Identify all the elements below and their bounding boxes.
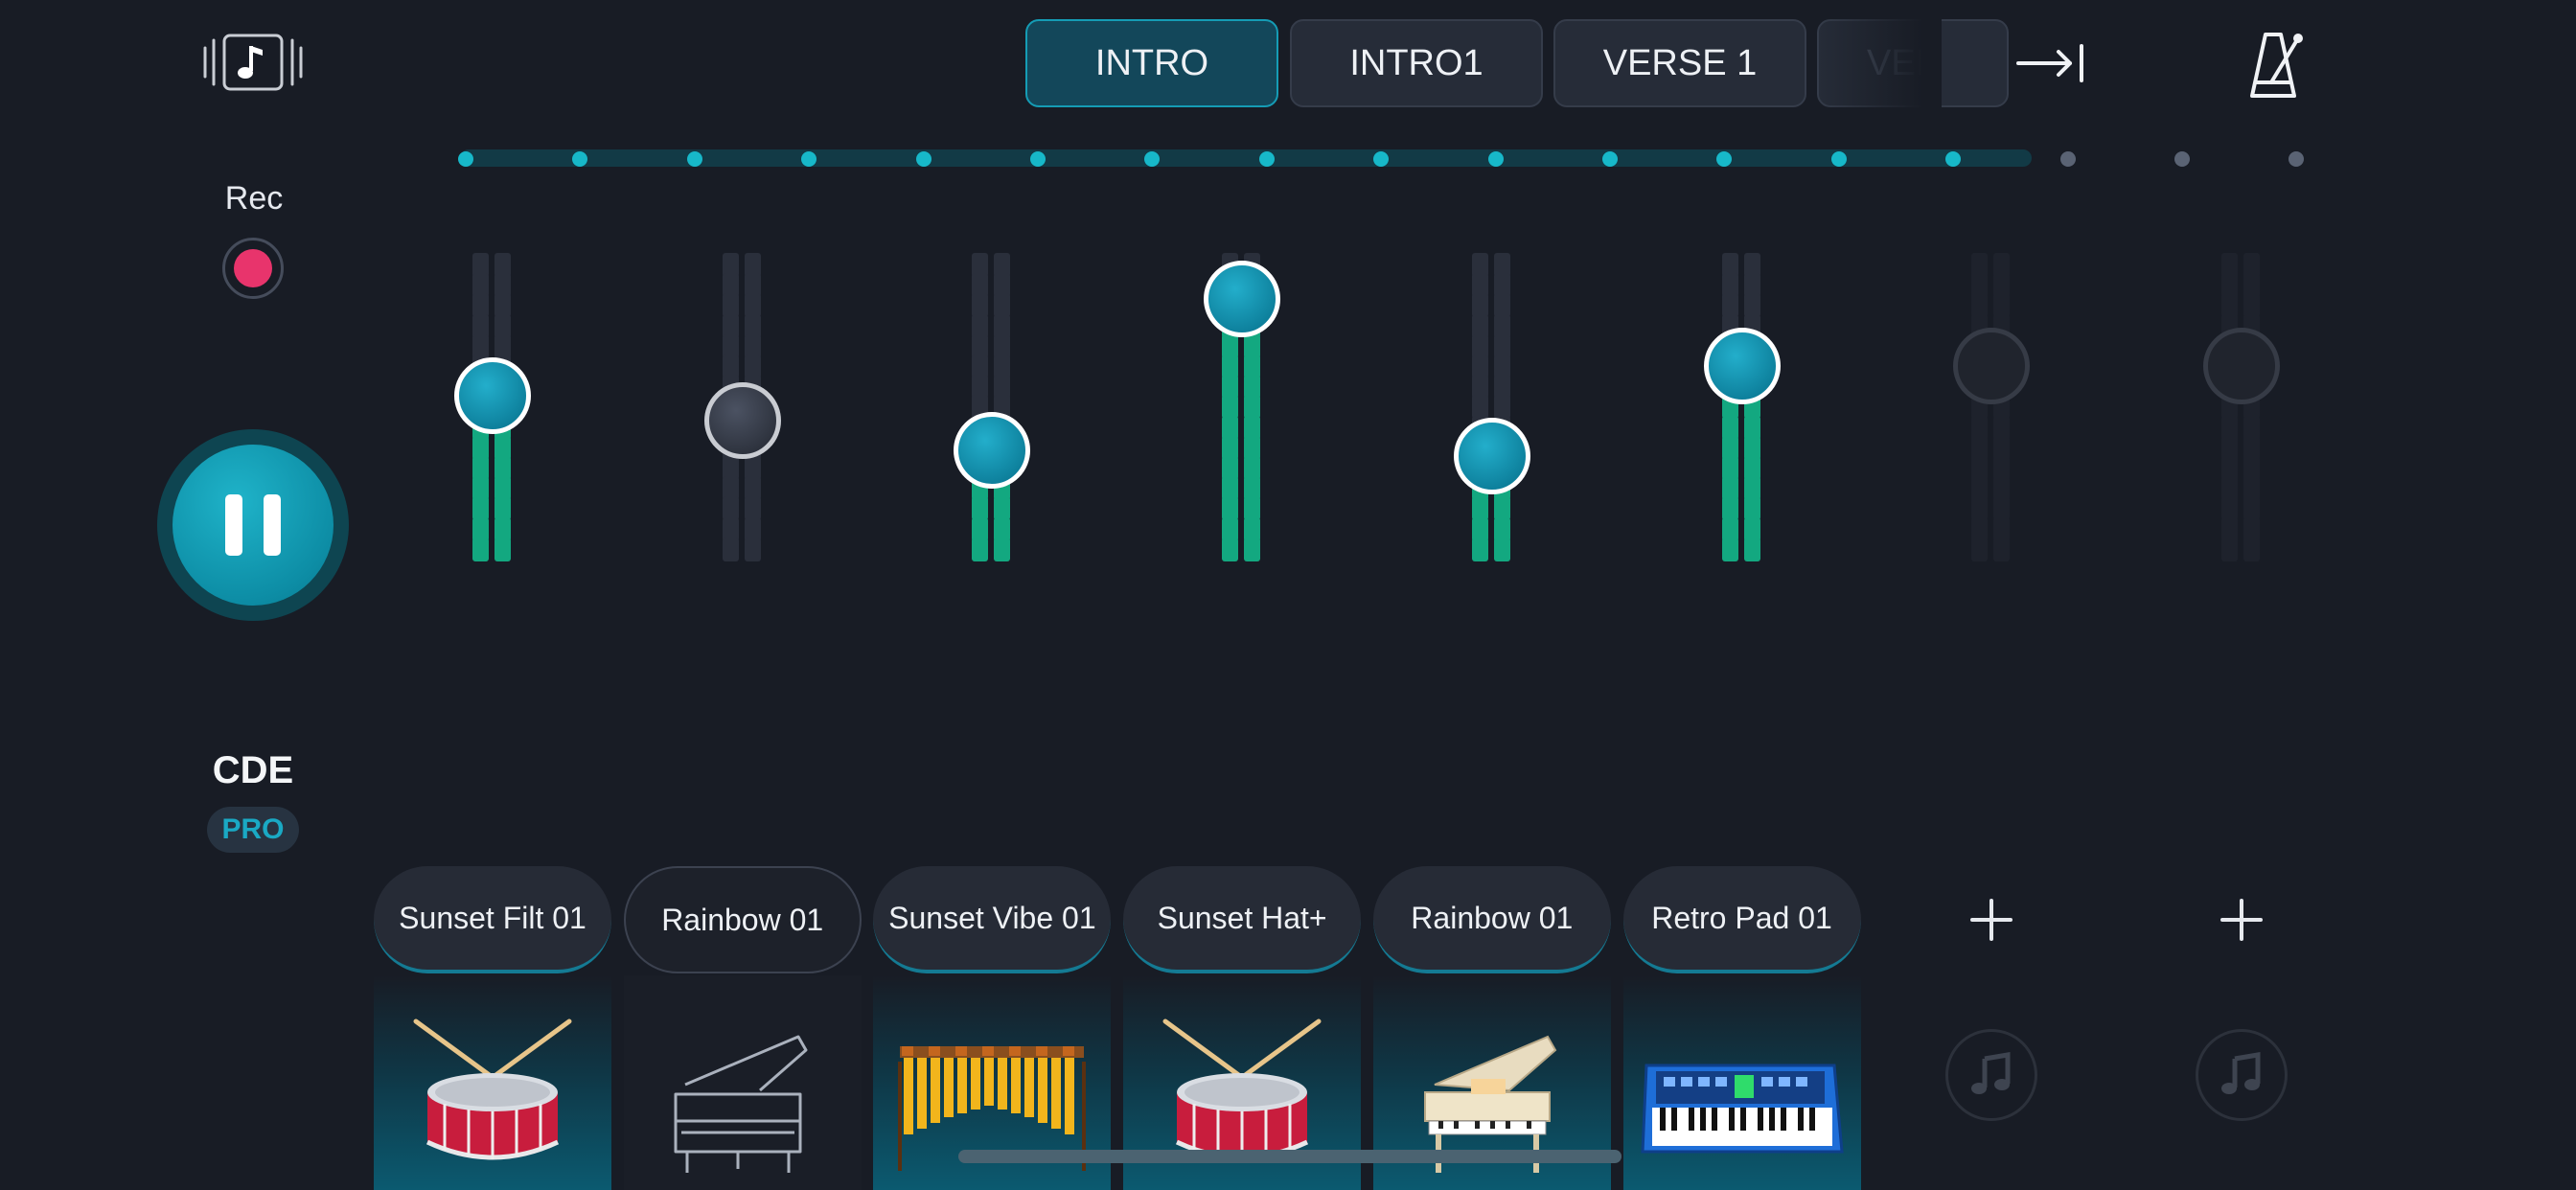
add-track-plus-icon[interactable] xyxy=(2207,885,2276,954)
volume-knob[interactable] xyxy=(1703,328,1781,404)
tab-intro[interactable]: INTRO xyxy=(1025,19,1278,107)
progress-tick xyxy=(1030,151,1046,167)
meter-segment xyxy=(744,537,761,561)
progress-tick xyxy=(1830,151,1847,167)
meter-segment xyxy=(2242,537,2260,561)
meter-segment xyxy=(722,537,739,561)
progress-tick xyxy=(1487,151,1504,167)
volume-knob[interactable] xyxy=(454,357,531,435)
volume-knob[interactable] xyxy=(703,382,781,460)
rec-label: Rec xyxy=(224,180,284,217)
instrument-name-button[interactable]: Sunset Hat+ xyxy=(1123,866,1362,973)
add-track-plus-icon[interactable] xyxy=(1957,885,2026,954)
empty-slot-music-note-icon[interactable] xyxy=(2195,1029,2288,1121)
home-indicator xyxy=(958,1150,1622,1163)
tab-intro1[interactable]: INTRO1 xyxy=(1290,19,1543,107)
pause-icon xyxy=(225,494,242,556)
progress-tick xyxy=(458,151,473,167)
progress-tick xyxy=(2174,151,2190,167)
progress-tick xyxy=(1258,151,1275,167)
volume-knob[interactable] xyxy=(954,412,1031,490)
tab-verse-1[interactable]: VERSE 1 xyxy=(1553,19,1806,107)
progress-tick xyxy=(1602,151,1618,167)
volume-knob[interactable] xyxy=(1204,260,1281,337)
instrument-tile[interactable] xyxy=(623,975,862,1190)
meter-segment xyxy=(494,537,511,561)
meter-segment xyxy=(1721,537,1738,561)
pause-button[interactable] xyxy=(172,445,334,606)
instrument-name-button[interactable]: Rainbow 01 xyxy=(623,866,862,973)
record-icon xyxy=(234,249,272,287)
meter-segment xyxy=(1222,537,1239,561)
meter-segment xyxy=(472,537,489,561)
instrument-name-button[interactable]: Retro Pad 01 xyxy=(1622,866,1861,973)
progress-tick xyxy=(686,151,702,167)
meter-segment xyxy=(1493,537,1510,561)
volume-knob[interactable] xyxy=(1953,328,2031,404)
key-label[interactable]: CDE xyxy=(172,749,334,792)
tabs-fade xyxy=(1817,15,1942,111)
meter-segment xyxy=(1471,537,1488,561)
volume-knob[interactable] xyxy=(1453,417,1530,494)
meter-segment xyxy=(994,537,1011,561)
meter-segment xyxy=(1743,537,1760,561)
meter-segment xyxy=(1971,537,1989,561)
instrument-name-button[interactable]: Rainbow 01 xyxy=(1372,866,1611,973)
empty-slot-music-note-icon[interactable] xyxy=(1945,1029,2038,1121)
track-logo-icon[interactable] xyxy=(201,33,305,92)
synthesizer-icon xyxy=(1640,1064,1844,1154)
meter-segment xyxy=(1244,537,1261,561)
metronome-icon[interactable] xyxy=(2242,29,2312,102)
instrument-name-button[interactable]: Sunset Vibe 01 xyxy=(873,866,1112,973)
progress-tick xyxy=(915,151,932,167)
skip-to-end-icon[interactable] xyxy=(2011,29,2089,98)
pro-badge[interactable]: PRO xyxy=(207,807,299,853)
meter-segment xyxy=(1993,537,2011,561)
meter-segment xyxy=(2220,537,2238,561)
meter-segment xyxy=(972,537,989,561)
instrument-name-button[interactable]: Sunset Filt 01 xyxy=(374,866,611,973)
instrument-tile[interactable] xyxy=(374,975,611,1190)
instrument-tile[interactable] xyxy=(1622,975,1861,1190)
pause-icon xyxy=(264,494,281,556)
progress-tick xyxy=(2288,151,2305,167)
record-button[interactable] xyxy=(222,238,284,299)
progress-tick xyxy=(2059,151,2076,167)
volume-knob[interactable] xyxy=(2202,328,2280,404)
grand-piano-icon xyxy=(674,1035,808,1173)
snare-drum-icon xyxy=(413,1018,572,1160)
